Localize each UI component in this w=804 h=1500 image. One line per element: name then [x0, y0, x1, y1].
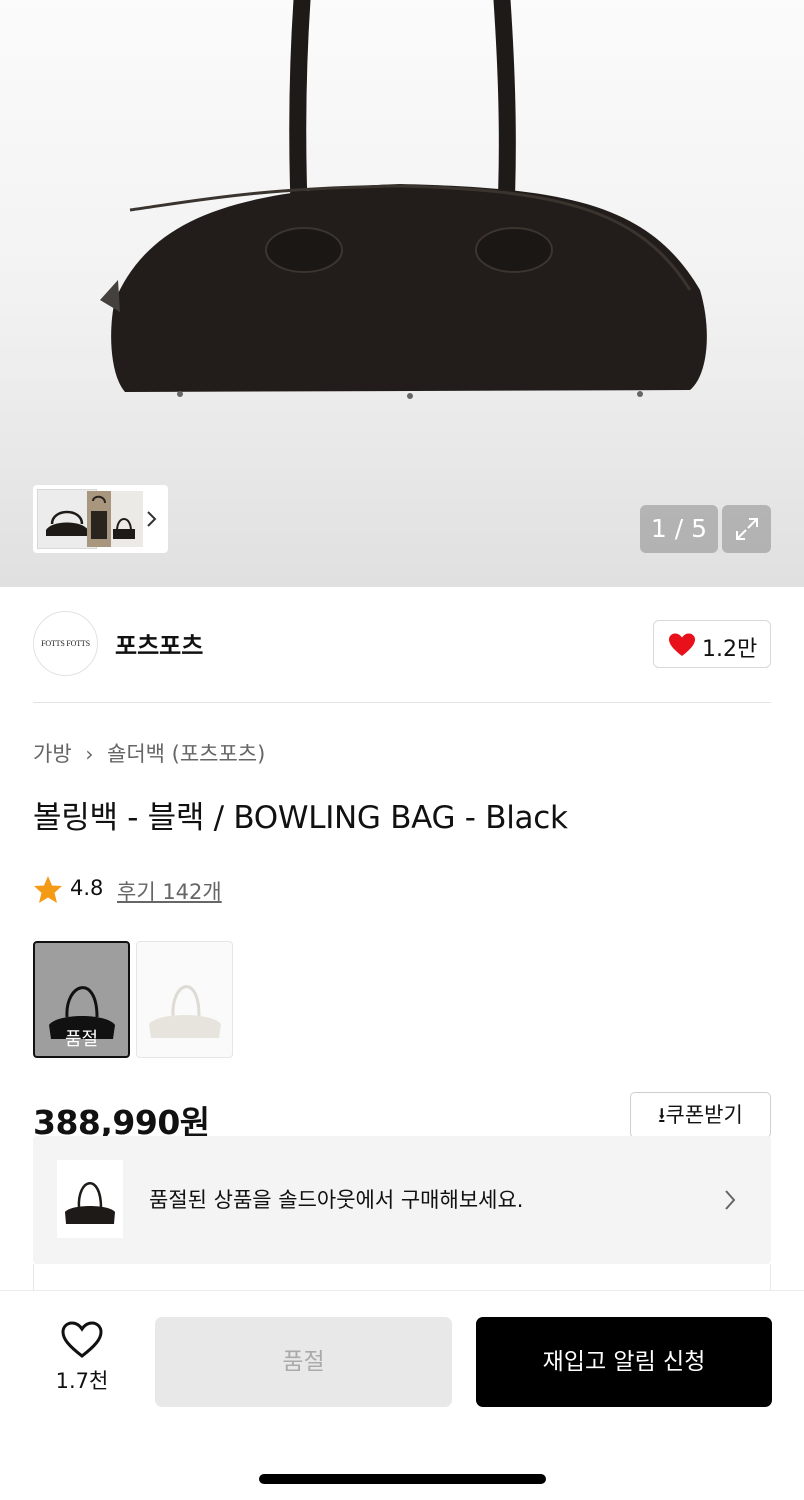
heart-filled-icon — [669, 633, 695, 656]
chevron-right-icon[interactable] — [145, 508, 159, 530]
expand-button[interactable] — [722, 505, 771, 553]
coupon-button[interactable]: ⭳쿠폰받기 — [630, 1092, 771, 1138]
soldout-button: 품절 — [155, 1317, 452, 1407]
thumbnail-strip[interactable] — [33, 485, 168, 553]
bottom-action-bar: 1.7천 품절 재입고 알림 신청 — [0, 1290, 804, 1500]
soldout-badge: 품절 — [64, 1029, 99, 1050]
image-counter: 1 / 5 — [640, 505, 718, 553]
divider — [33, 702, 771, 703]
breadcrumb: 가방 › 숄더백 (포츠포츠) — [33, 738, 265, 768]
heart-outline-icon — [61, 1321, 103, 1358]
star-icon — [34, 876, 62, 903]
brand-like-count: 1.2만 — [702, 637, 758, 662]
chevron-right-icon: › — [85, 742, 94, 766]
color-swatch-white[interactable] — [136, 941, 233, 1058]
home-indicator — [259, 1474, 546, 1484]
brand-name[interactable]: 포츠포츠 — [115, 626, 203, 661]
breadcrumb-item-shoulder-bag[interactable]: 숄더백 (포츠포츠) — [107, 742, 265, 766]
expand-arrows-icon — [736, 518, 758, 540]
rating-score: 4.8 — [70, 876, 104, 900]
color-swatch-black[interactable]: 품절 — [33, 941, 130, 1058]
download-icon: ⭳ — [658, 1103, 666, 1127]
coupon-label: 쿠폰받기 — [665, 1103, 743, 1127]
soldout-banner[interactable]: 품절된 상품을 솔드아웃에서 구매해보세요. — [33, 1136, 771, 1264]
product-title: 볼링백 - 블랙 / BOWLING BAG - Black — [33, 800, 568, 836]
soldout-banner-thumbnail — [57, 1160, 123, 1238]
swatch-white-image — [149, 985, 221, 1038]
brand-logo[interactable]: FOTTS FOTTS — [33, 611, 98, 676]
brand-like-button[interactable]: 1.2만 — [653, 620, 771, 668]
chevron-right-icon — [725, 1190, 736, 1210]
restock-alert-button[interactable]: 재입고 알림 신청 — [476, 1317, 772, 1407]
thumbnail-2[interactable] — [87, 491, 143, 547]
wishlist-count: 1.7천 — [55, 1369, 109, 1393]
review-count-link[interactable]: 후기 142개 — [117, 876, 222, 906]
wishlist-button[interactable]: 1.7천 — [40, 1321, 124, 1401]
product-image-gallery[interactable]: 1 / 5 — [0, 0, 804, 587]
breadcrumb-item-bag[interactable]: 가방 — [33, 742, 72, 766]
soldout-banner-text: 품절된 상품을 솔드아웃에서 구매해보세요. — [149, 1188, 524, 1212]
